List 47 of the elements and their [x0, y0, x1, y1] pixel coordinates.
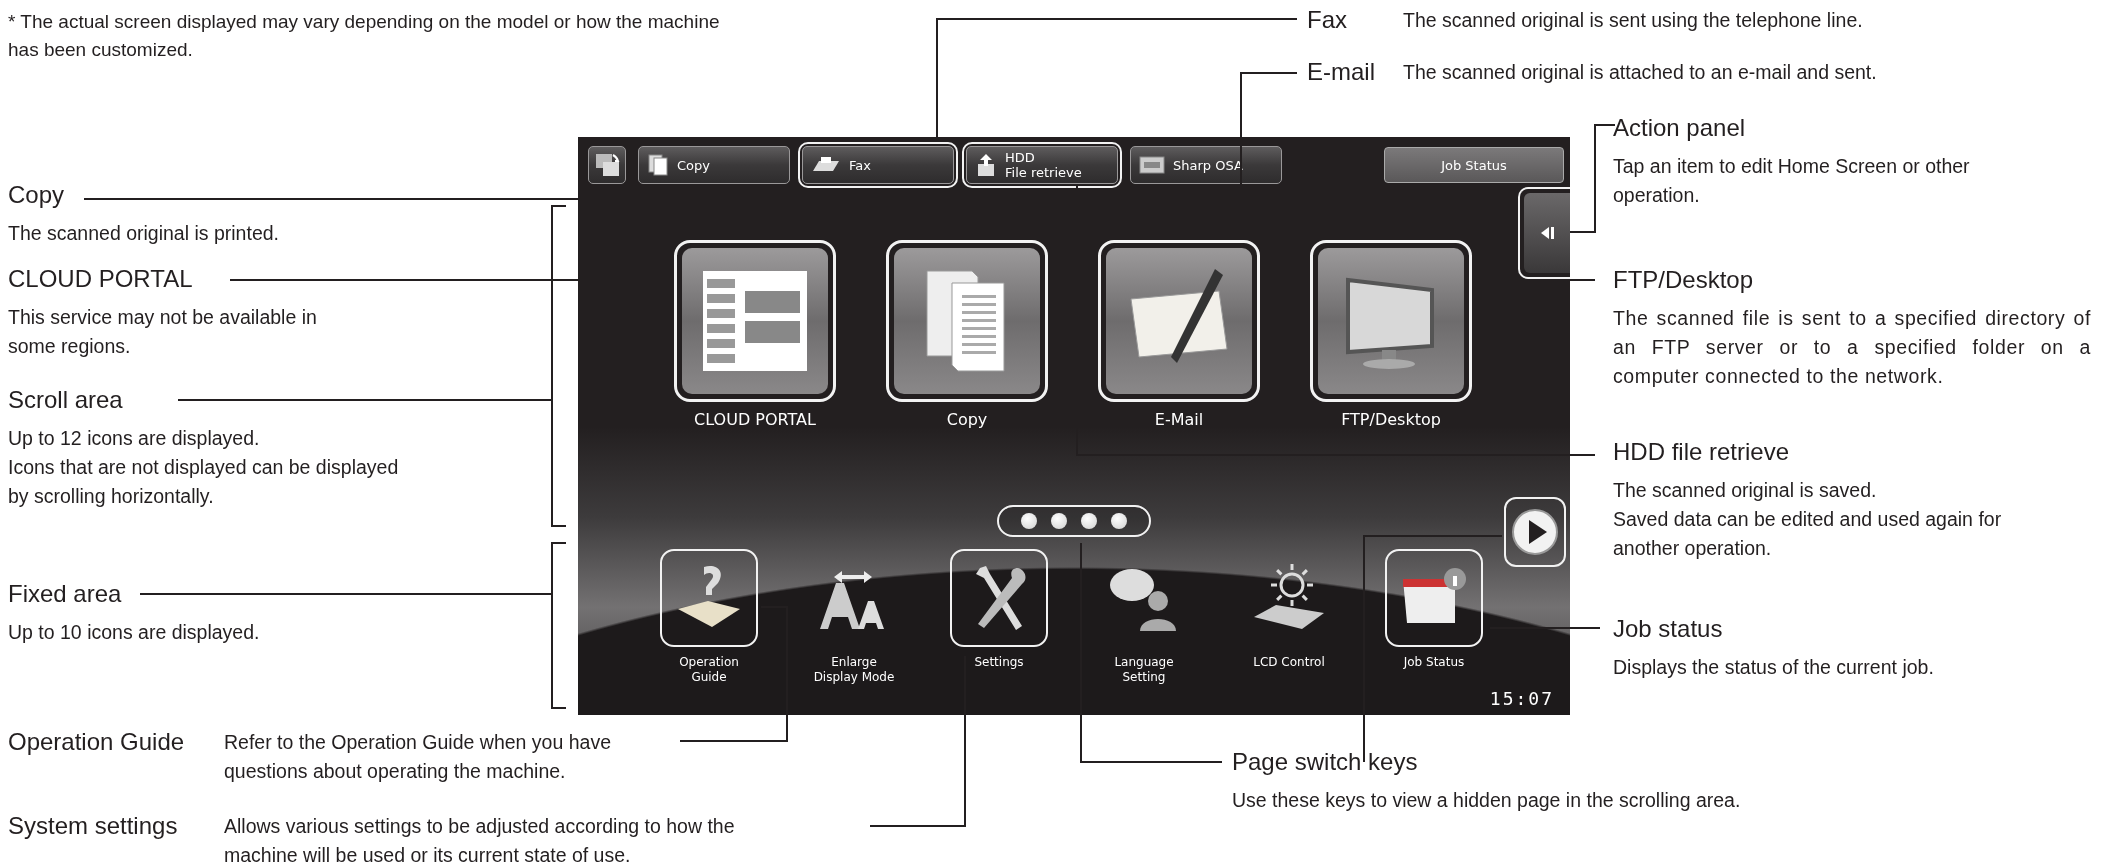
callout-title: System settings: [8, 812, 179, 840]
callout-description: Up to 10 icons are displayed.: [8, 620, 261, 645]
callout-title: Copy: [8, 181, 65, 209]
home-switch-button[interactable]: [588, 146, 626, 184]
callout-description: The scanned original is saved. Saved data can be edited and used again for another operation.: [1613, 478, 2003, 561]
callout-title: HDD file retrieve: [1613, 438, 1790, 466]
page-dot[interactable]: [1081, 513, 1097, 529]
callout-title: Fax: [1307, 6, 1348, 34]
callout-description: Displays the status of the current job.: [1613, 655, 1935, 680]
action-panel-tab[interactable]: [1518, 187, 1570, 279]
callout-description: Refer to the Operation Guide when you have questions about operating the machine.: [224, 730, 612, 784]
callout-description: Use these keys to view a hidden page in the scrolling area.: [1232, 788, 1742, 813]
play-icon: [1511, 508, 1559, 556]
pages-icon: [647, 153, 669, 177]
shortcut-button[interactable]: HDD File retrieve: [966, 146, 1118, 184]
callout-description: The scanned original is printed.: [8, 221, 280, 246]
fixed-shortcut-button[interactable]: LCD Control: [1219, 549, 1359, 685]
callout-title: E-mail: [1307, 58, 1376, 86]
next-page-button[interactable]: [1504, 497, 1566, 567]
callout-description: The scanned file is sent to a specified directory of an FTP server or to a specified folder on a computer connected to the network.: [1613, 306, 2091, 389]
callout-description: The scanned original is sent using the telephone line.: [1403, 8, 1864, 33]
collapse-arrow-icon: [1539, 226, 1555, 240]
callout-title: Page switch keys: [1232, 748, 1418, 776]
fixed-shortcut-button[interactable]: Language Setting: [1074, 549, 1214, 685]
callout-title: Operation Guide: [8, 728, 186, 756]
shortcut-button[interactable]: Copy: [638, 146, 790, 184]
callout-description: This service may not be available in some regions.: [8, 305, 318, 359]
callout-description: Up to 12 icons are displayed. Icons that are not displayed can be displayed by scrolling horizontally.: [8, 426, 400, 509]
callout-description: Allows various settings to be adjusted according to how the machine will be used or its current state of use.: [224, 814, 736, 867]
osa-icon: [1139, 156, 1165, 174]
fixed-shortcut-button[interactable]: Enlarge Display Mode: [784, 549, 924, 685]
callout-title: CLOUD PORTAL: [8, 265, 193, 293]
clock: 15:07: [1489, 688, 1554, 709]
callout-title: FTP/Desktop: [1613, 266, 1754, 294]
folder-upload-icon: [975, 152, 997, 178]
callout-title: Action panel: [1613, 114, 1746, 142]
page-dot[interactable]: [1021, 513, 1037, 529]
page-dot[interactable]: [1051, 513, 1067, 529]
shortcut-button[interactable]: Fax: [802, 146, 954, 184]
callout-title: Job status: [1613, 615, 1723, 643]
callout-description: The scanned original is attached to an e-mail and sent.: [1403, 60, 1878, 85]
page-dot[interactable]: [1111, 513, 1127, 529]
callout-title: Scroll area: [8, 386, 123, 414]
job-status-button[interactable]: Job Status: [1384, 147, 1564, 183]
callout-description: Tap an item to edit Home Screen or other operation.: [1613, 154, 1971, 208]
callout-title: Fixed area: [8, 580, 122, 608]
disclaimer-note: * The actual screen displayed may vary depending on the model or how the machine has been customized.: [8, 10, 720, 62]
